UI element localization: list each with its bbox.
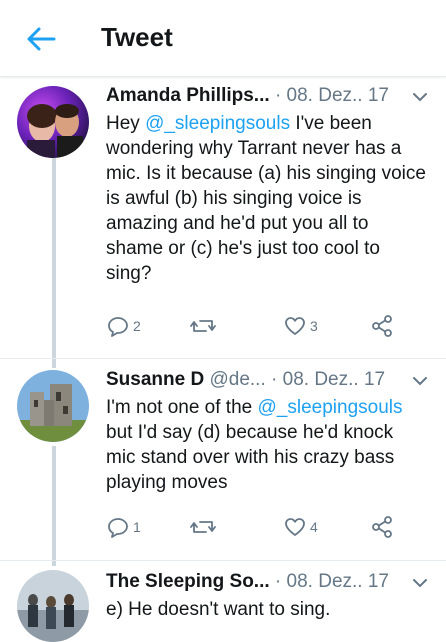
like-button[interactable]: 3 xyxy=(283,314,318,338)
chevron-down-icon[interactable] xyxy=(412,574,428,590)
thread-line xyxy=(52,446,56,566)
reply-icon xyxy=(108,317,128,337)
tweet-text: Hey @_sleepingsouls I've been wondering … xyxy=(106,111,426,286)
tweet-date[interactable]: 08. Dez.. 17 xyxy=(287,571,389,592)
tweet-header: Susanne D @de... · 08. Dez.. 17 xyxy=(106,368,428,392)
heart-icon xyxy=(285,518,305,536)
retweet-button[interactable] xyxy=(190,314,219,338)
chevron-down-icon[interactable] xyxy=(412,372,428,388)
meta-separator: · xyxy=(274,571,287,592)
retweet-icon xyxy=(190,320,216,332)
meta-separator: · xyxy=(271,369,283,390)
top-bar: Tweet xyxy=(0,0,446,77)
reply-count: 1 xyxy=(133,519,141,535)
back-arrow-icon[interactable] xyxy=(26,26,56,52)
author-handle[interactable]: @de... xyxy=(209,369,265,390)
tweet-actions: 2 3 xyxy=(106,314,406,338)
tweet-text-pre: e) He doesn't want to sing. xyxy=(106,599,331,620)
chevron-down-icon[interactable] xyxy=(412,88,428,104)
tweet-text-pre: I'm not one of the xyxy=(106,397,258,418)
tweet-date[interactable]: 08. Dez.. 17 xyxy=(287,85,389,106)
retweet-button[interactable] xyxy=(190,515,219,539)
tweet-divider xyxy=(0,358,446,359)
tweet-divider xyxy=(0,560,446,561)
tweet-actions: 1 4 xyxy=(106,515,406,539)
retweet-icon xyxy=(190,521,216,533)
reply-button[interactable]: 2 xyxy=(106,314,141,338)
avatar[interactable] xyxy=(17,86,89,158)
tweet-text-pre: Hey xyxy=(106,113,146,134)
avatar[interactable] xyxy=(17,370,89,442)
author-name[interactable]: The Sleeping So... xyxy=(106,571,270,592)
share-icon xyxy=(372,516,392,538)
mention-link[interactable]: @_sleepingsouls xyxy=(258,397,403,418)
reply-button[interactable]: 1 xyxy=(106,515,141,539)
heart-icon xyxy=(285,317,305,335)
tweet-text-post: I've been wondering why Tarrant never ha… xyxy=(106,113,426,284)
share-button[interactable] xyxy=(370,515,394,539)
mention-link[interactable]: @_sleepingsouls xyxy=(145,113,290,134)
page-title: Tweet xyxy=(101,22,173,52)
meta-separator: · xyxy=(274,85,287,106)
thread-line xyxy=(52,152,56,368)
reply-icon xyxy=(108,518,128,538)
tweet-text: I'm not one of the @_sleepingsouls but I… xyxy=(106,395,426,495)
share-icon xyxy=(372,315,392,337)
like-button[interactable]: 4 xyxy=(283,515,318,539)
share-button[interactable] xyxy=(370,314,394,338)
author-name[interactable]: Susanne D xyxy=(106,369,204,390)
author-name[interactable]: Amanda Phillips... xyxy=(106,85,270,106)
tweet-text: e) He doesn't want to sing. xyxy=(106,597,426,622)
tweet-header: Amanda Phillips... · 08. Dez.. 17 xyxy=(106,84,428,108)
tweet-date[interactable]: 08. Dez.. 17 xyxy=(283,369,385,390)
like-count: 4 xyxy=(310,519,318,535)
tweet-header: The Sleeping So... · 08. Dez.. 17 xyxy=(106,570,428,594)
reply-count: 2 xyxy=(133,318,141,334)
tweet-text-post: but I'd say (d) because he'd knock mic s… xyxy=(106,422,395,493)
avatar[interactable] xyxy=(17,570,89,642)
like-count: 3 xyxy=(310,318,318,334)
